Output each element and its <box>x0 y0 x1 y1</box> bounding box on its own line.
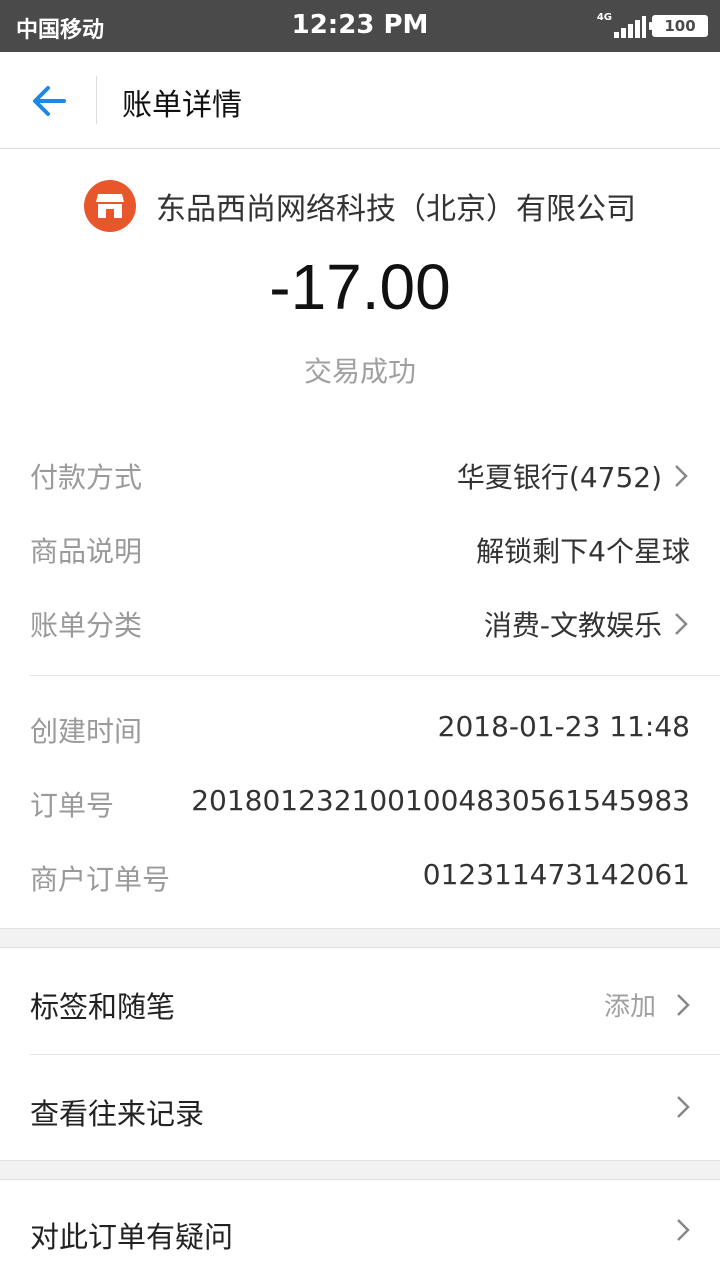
created-time-value: 2018-01-23 11:48 <box>437 710 690 743</box>
detail-value: 消费-文教娱乐 <box>484 604 690 644</box>
chevron-right-icon <box>677 993 690 1016</box>
product-desc-row: 商品说明 解锁剩下4个星球 <box>30 510 690 584</box>
status-bar: 中国移动 12:23 PM 4G 100 <box>0 0 720 52</box>
merchant-order-row: 商户订单号 012311473142061 <box>30 838 690 912</box>
history-label: 查看往来记录 <box>30 1097 205 1131</box>
detail-label: 订单号 <box>30 789 115 822</box>
section-divider <box>30 675 720 676</box>
section-gap <box>0 928 720 948</box>
tags-notes-item[interactable]: 标签和随笔 添加 <box>0 948 720 1054</box>
detail-label: 付款方式 <box>30 461 143 494</box>
merchant-order-value: 012311473142061 <box>422 858 690 891</box>
tags-notes-label: 标签和随笔 <box>30 990 176 1024</box>
chevron-right-icon <box>677 1219 690 1241</box>
order-question-item[interactable]: 对此订单有疑问 <box>0 1180 720 1280</box>
history-item[interactable]: 查看往来记录 <box>0 1055 720 1160</box>
detail-value: 华夏银行(4752) <box>457 456 690 496</box>
nav-bar: 账单详情 <box>0 52 720 149</box>
chevron-right-icon <box>675 613 688 635</box>
bill-category-value: 消费-文教娱乐 <box>483 609 662 642</box>
order-question-label: 对此订单有疑问 <box>30 1220 234 1254</box>
product-desc-value: 解锁剩下4个星球 <box>476 535 690 568</box>
detail-label: 商品说明 <box>30 535 143 568</box>
nav-divider <box>96 76 97 124</box>
tags-add-area: 添加 <box>604 986 692 1023</box>
network-type: 4G <box>596 12 612 23</box>
back-arrow-icon[interactable] <box>28 80 70 122</box>
chevron-right-icon <box>675 465 688 487</box>
detail-label: 账单分类 <box>30 609 143 642</box>
payment-method-value: 华夏银行(4752) <box>456 461 662 494</box>
order-number-value: 20180123210010048305615459​83 <box>191 784 690 817</box>
status-time: 12:23 PM <box>291 10 429 40</box>
shop-icon <box>84 180 136 232</box>
history-chevron-area <box>664 1093 692 1121</box>
payment-method-row[interactable]: 付款方式 华夏银行(4752) <box>30 436 690 510</box>
detail-label: 商户订单号 <box>30 863 171 896</box>
signal-icon <box>614 16 646 38</box>
merchant-row: 东品西尚网络科技（北京）有限公司 <box>0 180 720 232</box>
page-title: 账单详情 <box>122 88 242 123</box>
bill-category-row[interactable]: 账单分类 消费-文教娱乐 <box>30 584 690 658</box>
transaction-header: 东品西尚网络科技（北京）有限公司 -17.00 交易成功 <box>0 150 720 410</box>
merchant-name: 东品西尚网络科技（北京）有限公司 <box>156 192 636 227</box>
battery-icon: 100 <box>649 15 708 37</box>
transaction-status: 交易成功 <box>303 355 416 388</box>
chevron-right-icon <box>677 1096 690 1118</box>
section-gap <box>0 1160 720 1180</box>
created-time-row: 创建时间 2018-01-23 11:48 <box>30 690 690 764</box>
detail-label: 创建时间 <box>30 715 143 748</box>
question-chevron-area <box>664 1216 692 1244</box>
order-number-row: 订单号 20180123210010048305615459​83 <box>30 764 690 838</box>
tags-add-hint: 添加 <box>603 992 656 1022</box>
transaction-amount: -17.00 <box>269 251 451 323</box>
